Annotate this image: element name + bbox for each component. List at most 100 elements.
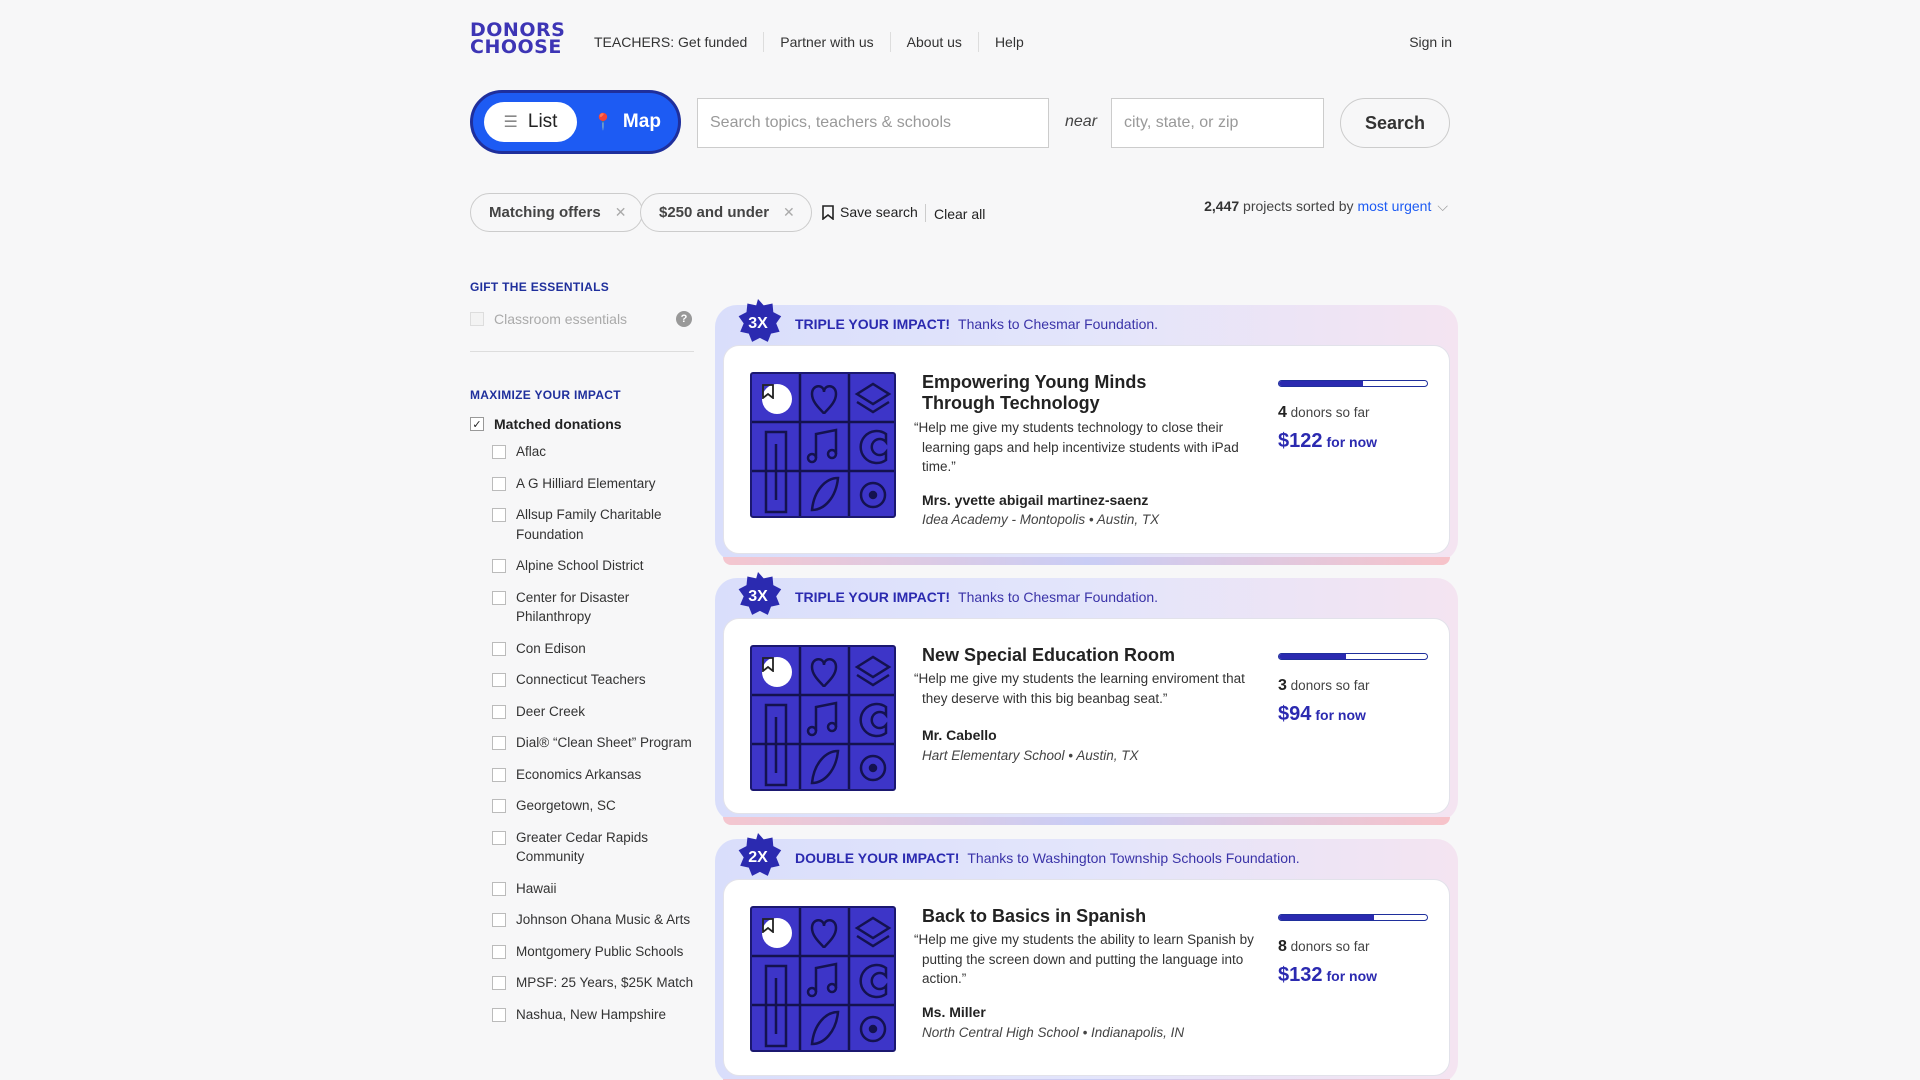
close-icon[interactable]: ✕	[615, 204, 627, 221]
checkbox[interactable]	[492, 767, 506, 782]
bookmark-icon	[822, 204, 834, 220]
donor-count: 8 donors so far	[1278, 938, 1370, 955]
bookmark-button[interactable]	[762, 918, 792, 948]
project-card: 3X TRIPLE YOUR IMPACT! Thanks to Chesmar …	[715, 572, 1458, 825]
list-item[interactable]: Greater Cedar Rapids Community	[492, 828, 694, 867]
checkbox[interactable]	[492, 976, 506, 990]
list-item[interactable]: Connecticut Teachers	[492, 670, 694, 690]
list-item[interactable]: Hawaii	[492, 879, 694, 899]
school-location: North Central High School • Indianapolis…	[922, 1025, 1185, 1040]
nav-about[interactable]: About us	[889, 32, 978, 52]
list-item[interactable]: Johnson Ohana Music & Arts	[492, 910, 694, 930]
checkbox[interactable]	[492, 476, 506, 491]
checkbox[interactable]	[492, 1007, 506, 1022]
list-item[interactable]: Con Edison	[492, 639, 694, 659]
help-icon[interactable]: ?	[676, 311, 692, 327]
list-item[interactable]: MPSF: 25 Years, $25K Match	[492, 973, 694, 993]
location-input[interactable]	[1111, 98, 1324, 148]
list-item[interactable]: Alpine School District	[492, 556, 694, 576]
amount-needed[interactable]: $94 for now	[1278, 703, 1366, 726]
project-card-body[interactable]: New Special Education Room “Help me give…	[723, 618, 1450, 814]
nav-help[interactable]: Help	[977, 32, 1040, 52]
partner-list: Aflac A G Hilliard Elementary Allsup Fam…	[492, 442, 694, 1024]
checkbox[interactable]	[492, 913, 506, 927]
list-item[interactable]: Georgetown, SC	[492, 796, 694, 816]
check-icon[interactable]: ✓	[470, 417, 484, 431]
project-title[interactable]: Empowering Young Minds Through Technolog…	[922, 372, 1222, 414]
list-item[interactable]: Nashua, New Hampshire	[492, 1005, 694, 1025]
funding-progress-bar	[1278, 653, 1428, 660]
search-input[interactable]	[697, 98, 1049, 148]
donor-count: 4 donors so far	[1278, 404, 1370, 421]
checkbox[interactable]	[492, 673, 506, 687]
progress-fill	[1279, 915, 1374, 920]
checkbox[interactable]	[492, 830, 506, 845]
impact-banner: DOUBLE YOUR IMPACT! Thanks to Washington …	[795, 850, 1300, 866]
list-item[interactable]: Economics Arkansas	[492, 765, 694, 785]
close-icon[interactable]: ✕	[783, 204, 795, 221]
checkbox[interactable]	[492, 704, 506, 719]
chevron-down-icon[interactable]: ⌵	[1437, 198, 1448, 214]
project-title[interactable]: Back to Basics in Spanish	[922, 906, 1222, 927]
project-thumbnail[interactable]	[750, 372, 896, 518]
essentials-checkbox[interactable]	[470, 312, 484, 326]
map-view-button[interactable]: 📍 Map	[593, 102, 661, 142]
funding-progress-bar	[1278, 380, 1428, 387]
near-label: near	[1065, 113, 1098, 130]
list-item[interactable]: Montgomery Public Schools	[492, 942, 694, 962]
matched-donations-option[interactable]: ✓ Matched donations	[470, 416, 694, 432]
sign-in-link[interactable]: Sign in	[1409, 32, 1452, 52]
filter-chip-matching: Matching offers ✕	[470, 193, 644, 232]
teacher-name[interactable]: Mrs. yvette abigail martinez-saenz	[922, 492, 1148, 508]
multiplier-badge: 3X	[733, 572, 783, 622]
maximize-heading: MAXIMIZE YOUR IMPACT	[470, 388, 621, 402]
clear-all-button[interactable]: Clear all	[934, 206, 985, 222]
divider	[470, 351, 694, 352]
main-nav: TEACHERS: Get funded Partner with us Abo…	[594, 32, 1040, 52]
list-item[interactable]: Dial® “Clean Sheet” Program	[492, 733, 694, 753]
list-view-button[interactable]: ☰ List	[484, 102, 577, 142]
project-card-body[interactable]: Back to Basics in Spanish “Help me give …	[723, 879, 1450, 1076]
list-item[interactable]: Allsup Family Charitable Foundation	[492, 505, 694, 544]
divider	[925, 204, 926, 222]
nav-partner[interactable]: Partner with us	[763, 32, 889, 52]
donorschoose-logo[interactable]: DONORS CHOOSE	[470, 21, 578, 62]
checkbox[interactable]	[492, 445, 506, 459]
project-title[interactable]: New Special Education Room	[922, 645, 1222, 666]
checkbox[interactable]	[492, 559, 506, 573]
school-location: Idea Academy - Montopolis • Austin, TX	[922, 512, 1160, 527]
bookmark-button[interactable]	[762, 657, 792, 687]
project-thumbnail[interactable]	[750, 906, 896, 1052]
checkbox[interactable]	[492, 881, 506, 896]
list-item[interactable]: Center for Disaster Philanthropy	[492, 588, 694, 627]
progress-fill	[1279, 381, 1364, 386]
amount-needed[interactable]: $122 for now	[1278, 430, 1377, 453]
view-toggle: ☰ List 📍 Map	[470, 90, 681, 154]
list-item[interactable]: Deer Creek	[492, 702, 694, 722]
teacher-name[interactable]: Mr. Cabello	[922, 727, 997, 743]
save-search-button[interactable]: Save search	[822, 204, 918, 220]
filter-chip-price: $250 and under ✕	[640, 193, 812, 232]
project-thumbnail[interactable]	[750, 645, 896, 791]
list-item[interactable]: A G Hilliard Elementary	[492, 474, 694, 494]
progress-fill	[1279, 654, 1346, 659]
amount-needed[interactable]: $132 for now	[1278, 964, 1377, 987]
list-item[interactable]: Aflac	[492, 442, 694, 462]
search-button[interactable]: Search	[1340, 98, 1450, 148]
sort-dropdown[interactable]: most urgent	[1357, 198, 1431, 214]
site-header: DONORS CHOOSE TEACHERS: Get funded Partn…	[470, 21, 1452, 62]
checkbox[interactable]	[492, 508, 506, 522]
checkbox[interactable]	[492, 641, 506, 656]
checkbox[interactable]	[492, 590, 506, 605]
teacher-name[interactable]: Ms. Miller	[922, 1004, 986, 1020]
checkbox[interactable]	[492, 736, 506, 750]
checkbox[interactable]	[492, 799, 506, 813]
project-card-body[interactable]: Empowering Young Minds Through Technolog…	[723, 345, 1450, 554]
multiplier-badge: 2X	[733, 833, 783, 883]
checkbox[interactable]	[492, 944, 506, 959]
essentials-option: Classroom essentials ?	[470, 309, 694, 329]
bookmark-icon	[762, 918, 774, 933]
bookmark-icon	[762, 657, 774, 672]
nav-teachers[interactable]: TEACHERS: Get funded	[594, 32, 763, 52]
bookmark-button[interactable]	[762, 384, 792, 414]
